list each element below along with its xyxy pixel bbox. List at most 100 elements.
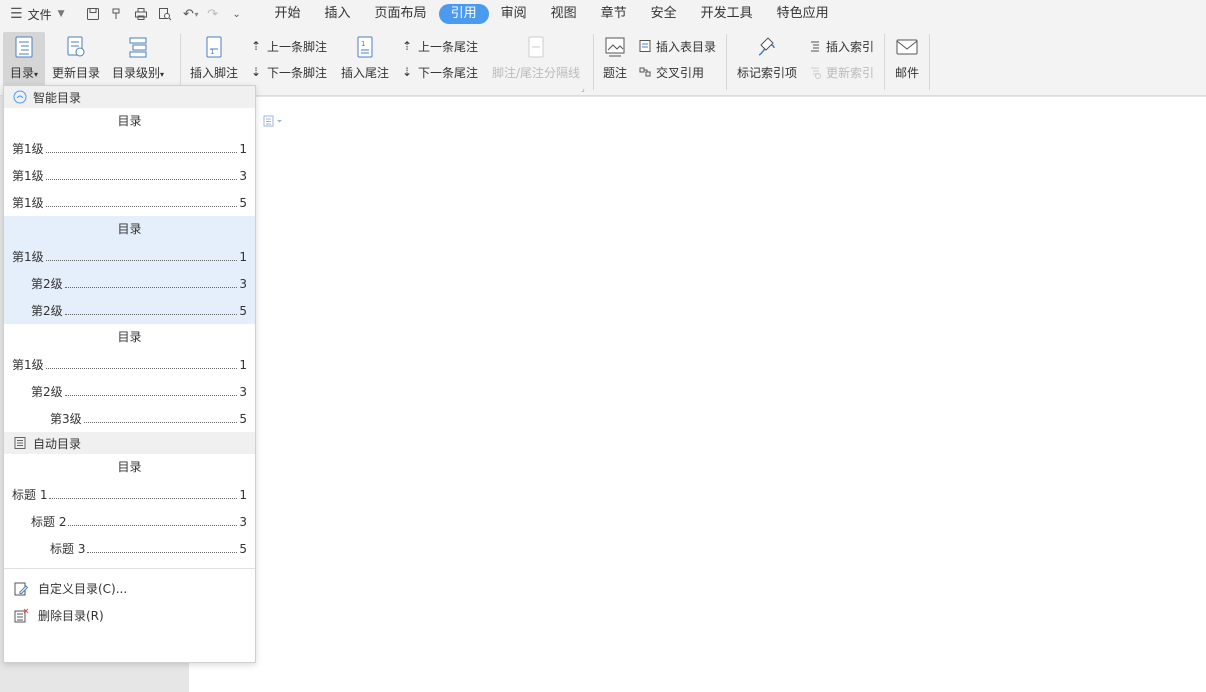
toc-style-option[interactable]: 目录 第1级 1 第2级 3 第2级 5 — [4, 216, 255, 324]
insert-index-icon — [806, 37, 824, 55]
mark-index-entry-button[interactable]: 标记索引项 — [735, 32, 799, 90]
toc-row-label: 第2级 — [31, 277, 63, 291]
arrow-up-icon: ⇡ — [401, 39, 413, 53]
custom-toc-menu-item[interactable]: 自定义目录(C)... — [4, 575, 255, 602]
toc-dot-leader — [45, 253, 238, 261]
auto-toc-list: 目录 标题 1 1 标题 2 3 标题 3 5 — [4, 454, 255, 562]
toc-page-number: 1 — [239, 141, 247, 156]
toc-level-button[interactable]: 目录级别▾ — [108, 32, 168, 90]
next-footnote-label: 下一条脚注 — [267, 65, 328, 80]
arrow-up-icon: ⇡ — [250, 39, 262, 53]
insert-table-of-figures-label: 插入表目录 — [656, 39, 717, 54]
tab-developer[interactable]: 开发工具 — [689, 4, 765, 24]
paragraph-options-icon[interactable] — [263, 115, 285, 130]
separator-line-button[interactable]: 脚注/尾注分隔线 — [490, 32, 582, 90]
caption-label: 题注 — [602, 66, 627, 80]
mark-index-entry-label: 标记索引项 — [736, 66, 797, 80]
insert-endnote-label: 插入尾注 — [340, 66, 389, 80]
auto-toc-icon — [12, 435, 28, 451]
tab-references[interactable]: 引用 — [438, 4, 489, 24]
toc-page-number: 1 — [239, 249, 247, 264]
update-index-icon — [806, 63, 824, 81]
toc-button[interactable]: 目录▾ — [3, 32, 45, 90]
delete-toc-label: 删除目录(R) — [38, 609, 104, 623]
tab-start[interactable]: 开始 — [263, 4, 313, 24]
toc-row-label: 第2级 — [31, 385, 63, 399]
print-preview-icon[interactable] — [153, 2, 177, 26]
update-toc-button[interactable]: 更新目录 — [50, 32, 102, 90]
format-painter-icon[interactable] — [105, 2, 129, 26]
dialog-launcher-icon[interactable]: ⌟ — [581, 84, 585, 93]
save-icon[interactable] — [81, 2, 105, 26]
next-footnote-button[interactable]: ⇣ 下一条脚注 — [247, 61, 327, 83]
toc-row-label: 第1级 — [12, 358, 44, 372]
svg-text:1: 1 — [361, 40, 365, 48]
tab-page-layout[interactable]: 页面布局 — [363, 4, 439, 24]
update-toc-label: 更新目录 — [51, 66, 100, 80]
tab-insert[interactable]: 插入 — [313, 4, 363, 24]
toc-preview-row: 标题 1 1 — [12, 481, 247, 508]
redo-icon[interactable]: ↷ — [201, 2, 225, 26]
smart-toc-label: 智能目录 — [33, 90, 82, 105]
tab-section[interactable]: 章节 — [589, 4, 639, 24]
document-page[interactable] — [189, 97, 1206, 692]
tab-features[interactable]: 特色应用 — [765, 4, 841, 24]
toc-dot-leader — [64, 280, 238, 288]
toc-page-number: 1 — [239, 487, 247, 502]
separator-line-icon — [522, 32, 550, 62]
mail-button[interactable]: 邮件 — [890, 32, 924, 90]
ribbon-separator — [593, 34, 594, 90]
mail-icon — [893, 32, 921, 62]
toc-row-label: 标题 2 — [31, 515, 67, 529]
toc-style-option[interactable]: 目录 标题 1 1 标题 2 3 标题 3 5 — [4, 454, 255, 562]
ribbon-separator — [180, 34, 181, 90]
tab-view[interactable]: 视图 — [539, 4, 589, 24]
toc-dot-leader — [64, 388, 238, 396]
toc-preview-row: 第2级 3 — [12, 270, 247, 297]
insert-table-of-figures-button[interactable]: 插入表目录 — [636, 35, 716, 57]
prev-endnote-button[interactable]: ⇡ 上一条尾注 — [398, 35, 478, 57]
cross-reference-button[interactable]: 交叉引用 — [636, 61, 704, 83]
update-index-button[interactable]: 更新索引 — [806, 61, 874, 83]
tab-security[interactable]: 安全 — [639, 4, 689, 24]
insert-footnote-button[interactable]: 1 插入脚注 — [188, 32, 240, 90]
toc-preview-row: 第1级 1 — [12, 243, 247, 270]
toc-preview-row: 标题 3 5 — [12, 535, 247, 562]
toc-preview-title: 目录 — [117, 222, 142, 236]
toc-level-icon — [124, 32, 152, 62]
insert-footnote-label: 插入脚注 — [189, 66, 238, 80]
toc-preview-title: 目录 — [117, 114, 142, 128]
toc-icon — [10, 32, 38, 62]
cross-reference-icon — [636, 63, 654, 81]
toc-dot-leader — [45, 361, 238, 369]
mail-label: 邮件 — [894, 66, 919, 80]
tab-review[interactable]: 审阅 — [489, 4, 539, 24]
toc-page-number: 3 — [239, 168, 247, 183]
image-caption-icon — [601, 32, 629, 62]
delete-toc-menu-item[interactable]: 删除目录(R) — [4, 602, 255, 629]
file-menu[interactable]: ☰ 文件 ▼ — [0, 0, 71, 28]
file-menu-label: 文件 — [27, 7, 52, 22]
prev-footnote-button[interactable]: ⇡ 上一条脚注 — [247, 35, 327, 57]
toc-page-number: 3 — [239, 276, 247, 291]
ribbon-separator — [929, 34, 930, 90]
arrow-down-icon: ⇣ — [401, 65, 413, 79]
insert-index-button[interactable]: 插入索引 — [806, 35, 874, 57]
insert-endnote-button[interactable]: 1 插入尾注 — [339, 32, 391, 90]
print-icon[interactable] — [129, 2, 153, 26]
toc-style-option[interactable]: 目录 第1级 1 第2级 3 第3级 5 — [4, 324, 255, 432]
caption-button[interactable]: 题注 — [600, 32, 630, 90]
toc-style-option[interactable]: 目录 第1级 1 第1级 3 第1级 5 — [4, 108, 255, 216]
mark-index-icon — [753, 32, 781, 62]
custom-toc-label: 自定义目录(C)... — [38, 582, 128, 596]
table-of-figures-icon — [636, 37, 654, 55]
edit-document-icon — [12, 580, 30, 598]
next-endnote-button[interactable]: ⇣ 下一条尾注 — [398, 61, 478, 83]
customize-toolbar-icon[interactable]: ⌄ — [225, 2, 249, 26]
toc-page-number: 5 — [239, 541, 247, 556]
smart-toc-list: 目录 第1级 1 第1级 3 第1级 5 目录 第1级 1 第2级 3 第2级 5 目录 第1级 1 第2级 3 第3… — [4, 108, 255, 432]
toc-preview-row: 标题 2 3 — [12, 508, 247, 535]
auto-toc-header: 自动目录 — [4, 432, 255, 454]
footnote-icon: 1 — [200, 32, 228, 62]
prev-endnote-label: 上一条尾注 — [418, 39, 479, 54]
